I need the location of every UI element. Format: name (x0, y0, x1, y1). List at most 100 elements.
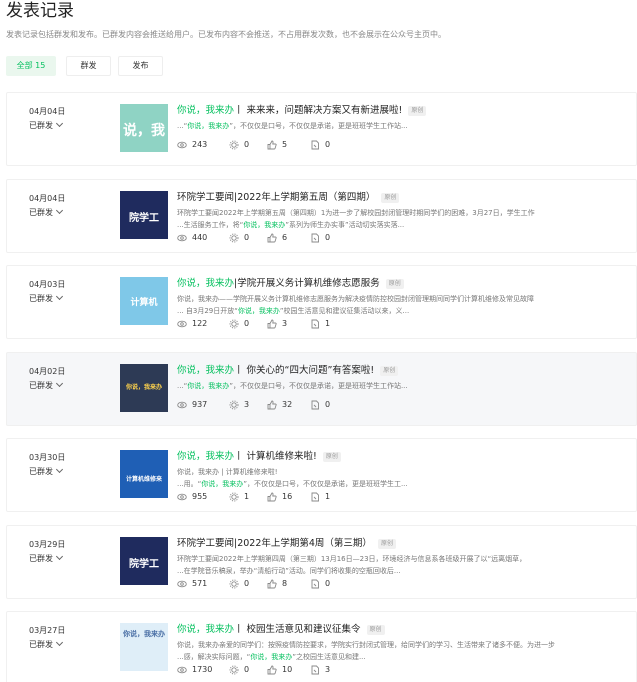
record-status-dropdown[interactable]: 已群发 (29, 379, 64, 391)
article-excerpt-line1: 环院学工要闻2022年上学期第四周（第三期）13月16日—23日，环境经济与信息… (177, 555, 526, 564)
record-card[interactable]: 03月29日 已群发 院学工 环院学工要闻|2022年上学期第4周（第三期） 原创 环院学… (6, 524, 637, 599)
record-date: 03月30日 (29, 453, 66, 462)
forward-count: 0 (310, 578, 340, 590)
like-count-value: 16 (282, 492, 293, 501)
record-status-dropdown[interactable]: 已群发 (29, 465, 64, 477)
record-status-label: 已群发 (29, 553, 53, 563)
article-title[interactable]: 你说，我来办丨 校园生活意见和建议征集令 原创 (177, 624, 385, 636)
article-excerpt-line1: 你说，我来办 | 计算机维修来啦! (177, 468, 278, 477)
article-title[interactable]: 你说，我来办丨 来来来，问题解决方案又有新进展啦! 原创 (177, 105, 427, 117)
article-thumbnail[interactable]: 院学工 (120, 190, 168, 239)
document-share-icon (310, 139, 320, 151)
article-excerpt-line2: ... 自3月29日开放“你说，我来办”校园生活意见和建议征集活动以来，义... (177, 307, 409, 316)
thumbs-up-icon (267, 232, 277, 244)
excerpt-text: ...“ (177, 122, 188, 130)
excerpt-text: ...生活服务工作，将“ (177, 220, 244, 229)
eye-icon (177, 664, 187, 676)
forward-count-value: 0 (325, 578, 331, 588)
article-title-highlight: 你说，我来办 (177, 451, 235, 462)
article-title[interactable]: 你说，我来办丨 你关心的“四大问题”有答案啦! 原创 (177, 364, 399, 377)
like-count: 6 (267, 232, 297, 244)
filter-all-button[interactable]: 全部 15 (6, 56, 56, 76)
gear-icon (229, 491, 239, 503)
eye-icon (177, 491, 187, 503)
record-status-dropdown[interactable]: 已群发 (29, 292, 64, 304)
original-tag: 原创 (408, 106, 427, 116)
excerpt-highlight: 你说，我来办 (201, 480, 244, 488)
like-count: 8 (267, 578, 297, 590)
article-title[interactable]: 环院学工要闻|2022年上学期第五周（第四期） 原创 (177, 191, 400, 204)
record-status-label: 已群发 (29, 467, 53, 476)
filter-publish-button[interactable]: 发布 (118, 56, 163, 76)
record-date: 04月02日 (29, 366, 66, 376)
article-thumbnail[interactable]: 说，我 (120, 104, 168, 152)
article-title-text: 环院学工要闻|2022年上学期第4周（第三期） (177, 537, 372, 549)
read-count: 243 (177, 139, 217, 151)
read-count-value: 243 (192, 140, 208, 149)
article-thumbnail[interactable]: 院学工 (120, 536, 168, 585)
article-title-highlight: 你说，我来办 (177, 624, 235, 635)
record-status-dropdown[interactable]: 已群发 (29, 206, 64, 218)
article-title[interactable]: 你说，我来办|学院开展义务计算机维修志愿服务 原创 (177, 278, 404, 290)
article-title[interactable]: 环院学工要闻|2022年上学期第4周（第三期） 原创 (177, 538, 396, 550)
excerpt-text: ”，不仅仅是口号，不仅仅是承诺，更是班班学生工作站... (229, 122, 408, 130)
original-tag: 原创 (366, 625, 385, 635)
record-list: 04月04日 已群发 说，我 你说，我来办丨 来来来，问题解决方案又有新进展啦! 原创.… (6, 92, 637, 682)
record-status-dropdown[interactable]: 已群发 (29, 119, 64, 131)
publish-records-page: 发表记录 发表记录包括群发和发布。已群发内容会推送给用户。已发布内容不会推送，不… (0, 0, 637, 682)
article-title-highlight: 你说，我来办 (177, 105, 235, 116)
article-excerpt-line2: ...在学院音乐稿泉，举办“清船行动”活动。同学们将收集的空瓶回收后... (177, 567, 401, 576)
record-card[interactable]: 04月04日 已群发 院学工 环院学工要闻|2022年上学期第五周（第四期） 原创 环院学… (6, 178, 637, 253)
read-count-value: 937 (192, 399, 208, 409)
forward-count: 0 (310, 139, 340, 151)
original-tag: 原创 (322, 452, 341, 462)
excerpt-highlight: 你说，我来办 (250, 653, 293, 661)
original-tag: 原创 (377, 538, 396, 549)
record-card[interactable]: 04月02日 已群发 你说，我来办 你说，我来办丨 你关心的“四大问题”有答案啦! 原创… (6, 351, 637, 426)
forward-count: 1 (310, 491, 340, 503)
like-count: 10 (267, 664, 297, 676)
chevron-down-icon (55, 638, 64, 647)
thumbs-up-icon (267, 491, 277, 503)
like-count-value: 3 (282, 319, 288, 328)
share-count-value: 0 (244, 319, 250, 328)
article-thumbnail[interactable]: 计算机 (120, 277, 168, 325)
thumbs-up-icon (267, 664, 277, 676)
like-count-value: 32 (282, 399, 293, 409)
record-status-label: 已群发 (29, 380, 53, 390)
record-status-dropdown[interactable]: 已群发 (29, 552, 64, 564)
excerpt-text: ”，不仅仅是口号，不仅仅是承诺，更是班班学生工... (243, 480, 408, 488)
record-status-dropdown[interactable]: 已群发 (29, 638, 64, 650)
article-title-text: 丨 你关心的“四大问题”有答案啦! (234, 364, 375, 376)
forward-count: 0 (310, 399, 340, 411)
record-card[interactable]: 04月04日 已群发 说，我 你说，我来办丨 来来来，问题解决方案又有新进展啦! 原创.… (6, 92, 637, 166)
thumbnail-text: 计算机 (130, 298, 158, 308)
article-title-highlight: 你说，我来办 (177, 278, 235, 289)
chevron-down-icon (55, 292, 64, 301)
excerpt-text: ”之校园生活意见和建... (292, 653, 366, 661)
document-share-icon (310, 232, 320, 244)
read-count-value: 955 (192, 492, 208, 501)
original-tag: 原创 (381, 192, 400, 203)
forward-count-value: 1 (325, 492, 331, 501)
eye-icon (177, 578, 187, 590)
article-title-text: 环院学工要闻|2022年上学期第五周（第四期） (177, 191, 376, 203)
excerpt-text: 你说，我来办 | 计算机维修来啦! (177, 468, 278, 476)
record-status-label: 已群发 (29, 294, 53, 303)
article-thumbnail[interactable]: 计算机维修来 (120, 450, 168, 498)
article-thumbnail[interactable]: 你说，我来办 (120, 623, 168, 671)
chevron-down-icon (55, 206, 64, 214)
record-card[interactable]: 03月30日 已群发 计算机维修来 你说，我来办丨 计算机维修来啦! 原创你说，我来办 … (6, 438, 637, 512)
article-title[interactable]: 你说，我来办丨 计算机维修来啦! 原创 (177, 451, 341, 463)
excerpt-text: ...用。“ (177, 480, 202, 488)
article-excerpt-line1: 你说，我来办——学院开展义务计算机维修志愿服务为解决疫情防控校园封闭管理期间同学… (177, 295, 534, 304)
filter-mass-button[interactable]: 群发 (66, 56, 111, 76)
record-card[interactable]: 03月27日 已群发 你说，我来办 你说，我来办丨 校园生活意见和建议征集令 原创 你说，… (6, 611, 637, 682)
excerpt-text: 你说，我来办亲爱的同学们：按照疫情防控要求，学院实行封闭式管理，给同学们的学习、… (177, 641, 555, 649)
article-thumbnail[interactable]: 你说，我来办 (120, 363, 168, 412)
article-excerpt-line1: 环院学工要闻2022年上学期第五周（第四期）1为进一步了解校园封闭管理时期同学们… (177, 209, 535, 218)
record-card[interactable]: 04月03日 已群发 计算机 你说，我来办|学院开展义务计算机维修志愿服务 原创 你说，我… (6, 265, 637, 339)
thumbs-up-icon (267, 318, 277, 330)
excerpt-highlight: 你说，我来办 (243, 220, 286, 229)
thumbnail-text: 院学工 (129, 212, 159, 224)
